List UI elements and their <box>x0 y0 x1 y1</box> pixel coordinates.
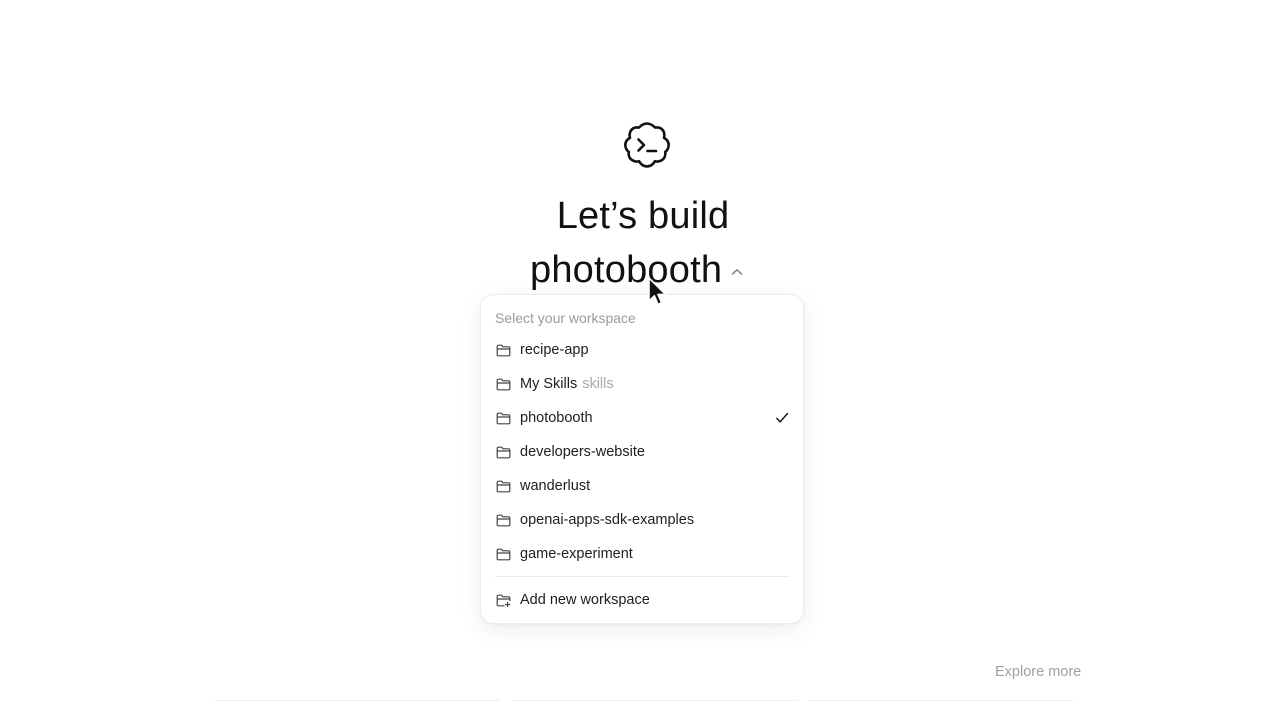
workspace-item-label: My Skills <box>520 376 578 392</box>
workspace-item-label: openai-apps-sdk-examples <box>520 512 695 528</box>
workspace-selector[interactable]: photobooth <box>530 248 744 292</box>
chevron-up-icon <box>731 269 743 275</box>
workspace-item-my-skills[interactable]: My Skills skills <box>481 367 803 401</box>
folder-add-icon <box>496 594 511 607</box>
add-workspace-button[interactable]: Add new workspace <box>481 583 803 617</box>
workspace-item-game-experiment[interactable]: game-experiment <box>481 537 803 571</box>
card-edge <box>214 700 500 701</box>
folder-icon <box>496 412 511 424</box>
add-workspace-label: Add new workspace <box>520 592 650 608</box>
workspace-item-label: photobooth <box>520 410 593 426</box>
codex-logo-icon <box>624 122 670 168</box>
mouse-pointer-icon <box>648 277 667 306</box>
divider <box>495 576 789 577</box>
workspace-item-wanderlust[interactable]: wanderlust <box>481 469 803 503</box>
workspace-item-secondary: skills <box>582 376 614 392</box>
check-icon <box>776 412 789 423</box>
folder-icon <box>496 344 511 356</box>
workspace-item-developers-website[interactable]: developers-website <box>481 435 803 469</box>
dropdown-heading: Select your workspace <box>495 310 636 326</box>
workspace-item-recipe-app[interactable]: recipe-app <box>481 333 803 367</box>
folder-icon <box>496 480 511 492</box>
page-title: Let’s build <box>556 195 730 237</box>
workspace-dropdown: Select your workspace recipe-app My Skil… <box>480 294 804 624</box>
folder-icon <box>496 514 511 526</box>
card-edge <box>512 700 798 701</box>
folder-icon <box>496 378 511 390</box>
folder-icon <box>496 548 511 560</box>
workspace-item-openai-apps-sdk-examples[interactable]: openai-apps-sdk-examples <box>481 503 803 537</box>
workspace-item-label: game-experiment <box>520 546 633 562</box>
workspace-list: recipe-app My Skills skills photobooth d… <box>481 333 803 571</box>
workspace-name: photobooth <box>530 249 723 291</box>
workspace-item-label: developers-website <box>520 444 645 460</box>
explore-more-link[interactable]: Explore more <box>995 664 1081 680</box>
workspace-item-photobooth[interactable]: photobooth <box>481 401 803 435</box>
folder-icon <box>496 446 511 458</box>
workspace-item-label: wanderlust <box>520 478 591 494</box>
card-edge <box>808 700 1074 701</box>
workspace-item-label: recipe-app <box>520 342 589 358</box>
page: Let’s build photobooth Select your works… <box>0 0 1280 720</box>
